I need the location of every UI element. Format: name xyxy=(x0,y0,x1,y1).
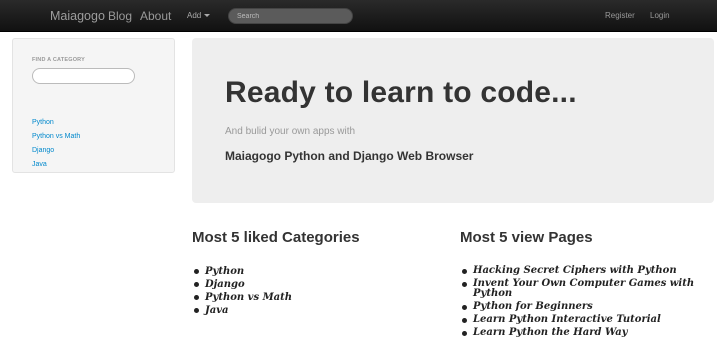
viewed-page-item[interactable]: Learn Python the Hard Way xyxy=(460,328,710,338)
liked-category-item[interactable]: Python vs Math xyxy=(192,292,372,303)
viewed-page-item[interactable]: Hacking Secret Ciphers with Python xyxy=(460,266,710,276)
category-item: Python vs Math xyxy=(32,125,80,140)
liked-category-item[interactable]: Python xyxy=(192,266,372,277)
liked-categories-list: Python Django Python vs Math Java xyxy=(192,266,372,318)
category-item: Django xyxy=(32,139,80,154)
register-link[interactable]: Register xyxy=(605,0,635,32)
hero-subtitle: And bulid your own apps with xyxy=(225,126,356,137)
viewed-page-item[interactable]: Python for Beginners xyxy=(460,302,710,312)
hero-product-name: Maiagogo Python and Django Web Browser xyxy=(225,149,474,163)
viewed-page-item[interactable]: Invent Your Own Computer Games with Pyth… xyxy=(460,279,710,299)
viewed-pages-list: Hacking Secret Ciphers with Python Inven… xyxy=(460,266,710,341)
brand-link[interactable]: Maiagogo xyxy=(50,0,105,32)
category-item: Java xyxy=(32,153,80,168)
nav-about-link[interactable]: About xyxy=(140,0,171,32)
caret-down-icon xyxy=(204,14,211,18)
liked-category-item[interactable]: Java xyxy=(192,305,372,316)
search-input[interactable] xyxy=(228,8,353,24)
add-dropdown[interactable]: Add xyxy=(187,0,211,32)
nav-blog-link[interactable]: Blog xyxy=(108,0,132,32)
sidebar-header: FIND A CATEGORY xyxy=(32,57,86,63)
add-dropdown-label: Add xyxy=(187,11,202,20)
viewed-pages-title: Most 5 view Pages xyxy=(460,229,593,246)
liked-category-item[interactable]: Django xyxy=(192,279,372,290)
hero-title: Ready to learn to code... xyxy=(225,76,577,109)
category-list: Python Python vs Math Django Java xyxy=(32,111,80,168)
category-sidebar: FIND A CATEGORY Python Python vs Math Dj… xyxy=(12,38,175,173)
category-link-java[interactable]: Java xyxy=(32,161,47,168)
top-navbar: Maiagogo Blog About Add Register Login xyxy=(0,0,717,32)
category-search-input[interactable] xyxy=(32,68,135,84)
hero-unit: Ready to learn to code... And bulid your… xyxy=(192,38,714,203)
liked-categories-title: Most 5 liked Categories xyxy=(192,229,360,246)
category-item: Python xyxy=(32,111,80,126)
viewed-page-item[interactable]: Learn Python Interactive Tutorial xyxy=(460,315,710,325)
login-link[interactable]: Login xyxy=(650,0,670,32)
